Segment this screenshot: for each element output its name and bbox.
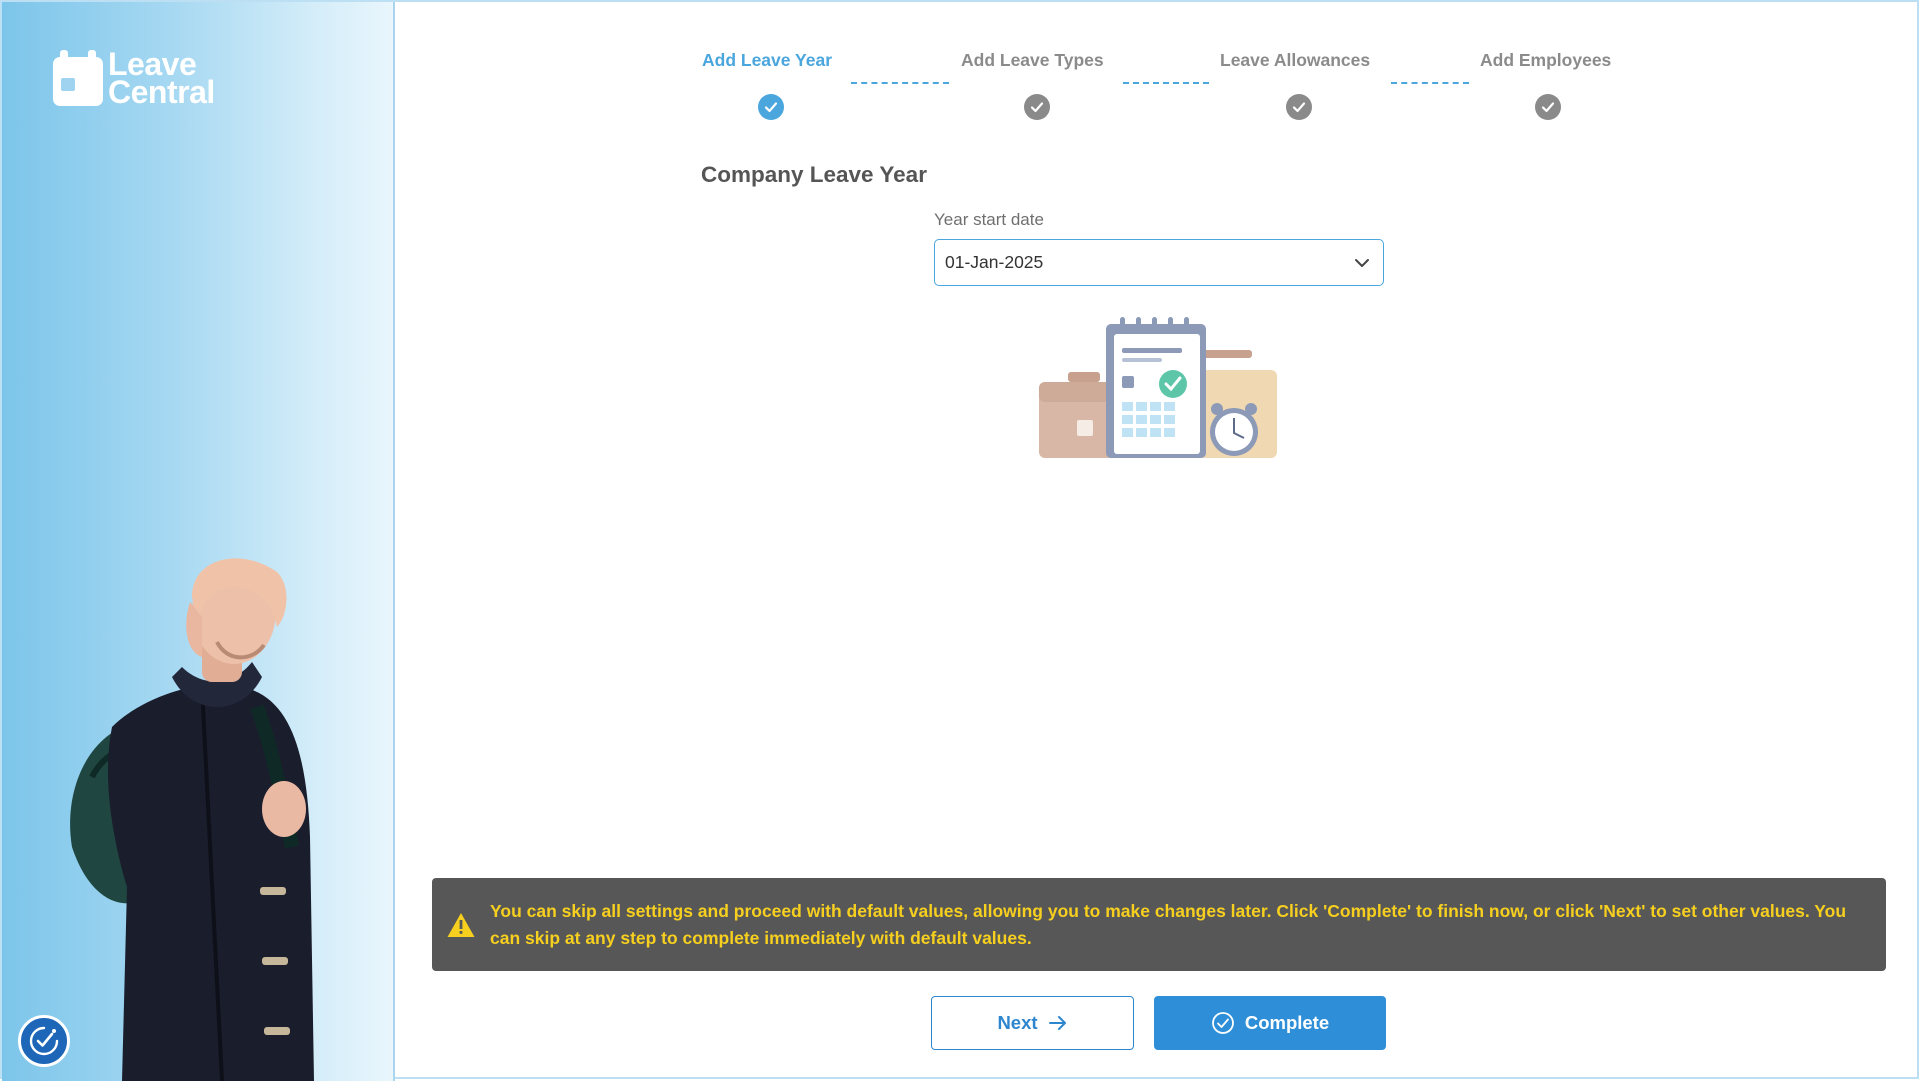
sidebar-panel: Leave Central [2, 2, 395, 1081]
brand-line-2: Central [108, 74, 215, 110]
arrow-right-icon [1048, 1016, 1066, 1030]
step-indicator-2[interactable] [1024, 94, 1050, 120]
step-indicator-3[interactable] [1286, 94, 1312, 120]
step-label-add-leave-year[interactable]: Add Leave Year [702, 50, 832, 71]
notice-text: You can skip all settings and proceed wi… [490, 900, 1847, 948]
step-label-leave-allowances[interactable]: Leave Allowances [1220, 50, 1370, 71]
brand-name: Leave Central [108, 48, 215, 110]
complete-button[interactable]: Complete [1154, 996, 1386, 1050]
year-start-date-value: 01-Jan-2025 [945, 252, 1044, 272]
complete-button-label: Complete [1244, 1012, 1330, 1033]
step-connector [851, 82, 949, 84]
warning-icon [447, 913, 475, 937]
next-button-label: Next [997, 1012, 1038, 1033]
step-indicator-4[interactable] [1535, 94, 1561, 120]
check-icon [1292, 102, 1306, 113]
check-icon [1541, 102, 1555, 113]
calendar-illustration [1039, 317, 1277, 458]
brand-logo[interactable]: Leave Central [52, 48, 215, 108]
accessibility-button[interactable] [18, 1015, 70, 1067]
year-start-date-select[interactable]: 01-Jan-2025 [934, 239, 1384, 286]
step-label-add-employees[interactable]: Add Employees [1480, 50, 1611, 71]
step-indicator-1[interactable] [758, 94, 784, 120]
calendar-logo-icon [53, 50, 103, 106]
section-title: Company Leave Year [701, 162, 927, 187]
step-connector [1391, 82, 1469, 84]
step-label-add-leave-types[interactable]: Add Leave Types [961, 50, 1104, 71]
step-connector [1123, 82, 1209, 84]
check-icon [1030, 102, 1044, 113]
hero-person-image [70, 558, 314, 1081]
year-start-label: Year start date [934, 210, 1044, 229]
accessibility-icon [29, 1026, 59, 1056]
next-button[interactable]: Next [931, 996, 1134, 1050]
chevron-down-icon [1355, 259, 1369, 267]
app-frame: Leave Central Add Leave Year Add Leave T… [0, 0, 1919, 1081]
skip-settings-notice: You can skip all settings and proceed wi… [432, 878, 1886, 971]
check-icon [764, 102, 778, 113]
check-circle-icon [1211, 1012, 1234, 1034]
